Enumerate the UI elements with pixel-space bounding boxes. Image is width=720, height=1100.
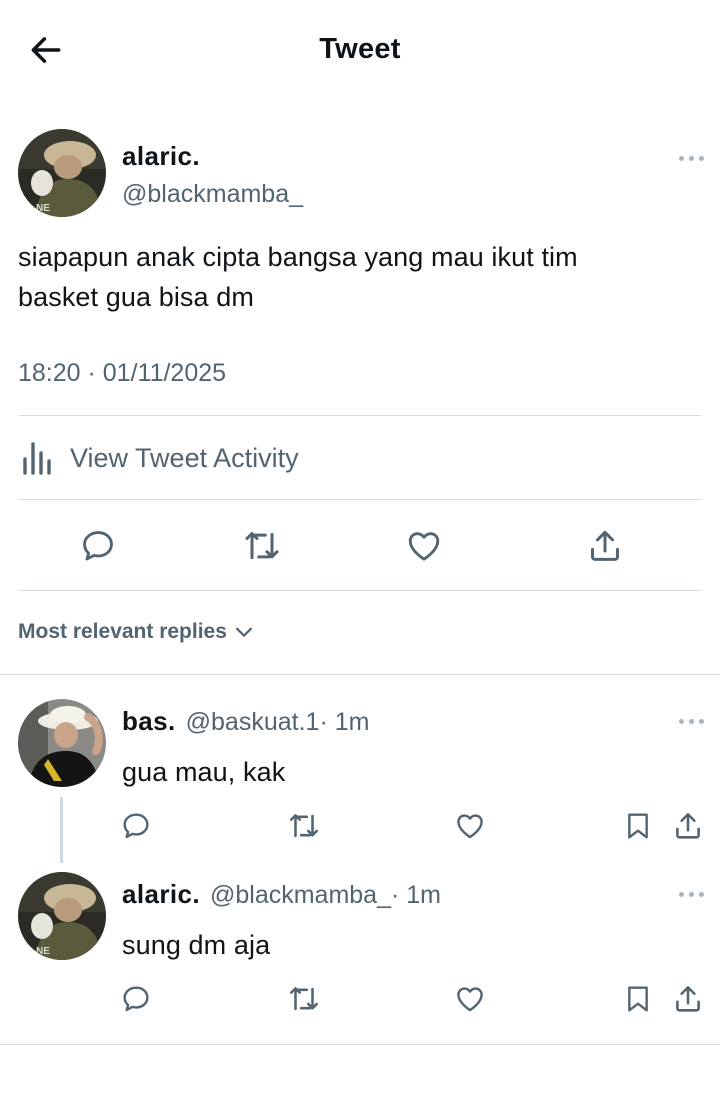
reply-header: bas. @baskuat.1 · 1m bbox=[122, 706, 369, 737]
retweet-button[interactable] bbox=[286, 981, 322, 1017]
tweet-timestamp: 18:20 · 01/11/2025 bbox=[18, 359, 227, 387]
avatar[interactable]: NE bbox=[18, 872, 106, 960]
like-button[interactable] bbox=[402, 524, 446, 568]
author-handle[interactable]: @blackmamba_ bbox=[122, 180, 303, 209]
divider bbox=[0, 674, 720, 675]
reply-time: · 1m bbox=[391, 881, 441, 909]
reply-author-name[interactable]: alaric. bbox=[122, 879, 200, 910]
heart-icon bbox=[408, 532, 440, 561]
share-button[interactable] bbox=[583, 524, 627, 568]
heart-icon bbox=[457, 987, 483, 1012]
more-options-button[interactable] bbox=[679, 153, 709, 165]
divider bbox=[18, 415, 702, 416]
author-name[interactable]: alaric. bbox=[122, 141, 200, 172]
comment-icon bbox=[83, 531, 113, 561]
activity-label: View Tweet Activity bbox=[70, 442, 299, 473]
more-options-button[interactable] bbox=[679, 889, 709, 901]
avatar[interactable] bbox=[18, 699, 106, 787]
reply-time: · 1m bbox=[319, 708, 370, 736]
thread-connector-line bbox=[60, 797, 63, 863]
divider bbox=[18, 590, 702, 591]
reply-header: alaric. @blackmamba_ · 1m bbox=[122, 879, 441, 910]
reply-button[interactable] bbox=[118, 981, 154, 1017]
reply-author-handle[interactable]: @blackmamba_ bbox=[210, 881, 391, 910]
retweet-icon bbox=[289, 987, 319, 1011]
view-tweet-activity-link[interactable]: View Tweet Activity bbox=[18, 436, 299, 480]
tweet-text-line-1: siapapun anak cipta bangsa yang mau ikut… bbox=[18, 242, 578, 272]
svg-text:NE: NE bbox=[36, 946, 50, 957]
replies-sort-dropdown[interactable]: Most relevant replies bbox=[18, 620, 255, 644]
share-icon bbox=[676, 986, 700, 1012]
retweet-icon bbox=[245, 532, 279, 560]
chevron-down-icon bbox=[235, 627, 252, 637]
more-options-button[interactable] bbox=[679, 716, 709, 728]
like-button[interactable] bbox=[452, 808, 488, 844]
bookmark-icon bbox=[628, 813, 648, 839]
retweet-button[interactable] bbox=[240, 524, 284, 568]
comment-icon bbox=[123, 986, 149, 1012]
share-button[interactable] bbox=[670, 981, 706, 1017]
reply-text: sung dm aja bbox=[122, 930, 271, 960]
reply-author-name[interactable]: bas. bbox=[122, 706, 176, 737]
share-icon bbox=[676, 813, 700, 839]
retweet-button[interactable] bbox=[286, 808, 322, 844]
comment-icon bbox=[123, 813, 149, 839]
bookmark-button[interactable] bbox=[620, 808, 656, 844]
reply-button[interactable] bbox=[76, 524, 120, 568]
reply-button[interactable] bbox=[118, 808, 154, 844]
svg-text:NE: NE bbox=[36, 203, 50, 214]
tweet-text-line-2: basket gua bisa dm bbox=[18, 282, 254, 312]
retweet-icon bbox=[289, 814, 319, 838]
heart-icon bbox=[457, 814, 483, 839]
reply-text: gua mau, kak bbox=[122, 757, 286, 787]
divider bbox=[0, 1044, 720, 1045]
share-icon bbox=[591, 530, 619, 561]
replies-sort-label: Most relevant replies bbox=[18, 620, 227, 643]
bar-chart-icon bbox=[23, 442, 51, 475]
divider bbox=[18, 499, 702, 500]
avatar[interactable]: NE bbox=[18, 129, 106, 217]
bookmark-button[interactable] bbox=[620, 981, 656, 1017]
share-button[interactable] bbox=[670, 808, 706, 844]
reply-author-handle[interactable]: @baskuat.1 bbox=[186, 708, 320, 737]
bookmark-icon bbox=[628, 986, 648, 1012]
like-button[interactable] bbox=[452, 981, 488, 1017]
page-title: Tweet bbox=[319, 33, 401, 65]
